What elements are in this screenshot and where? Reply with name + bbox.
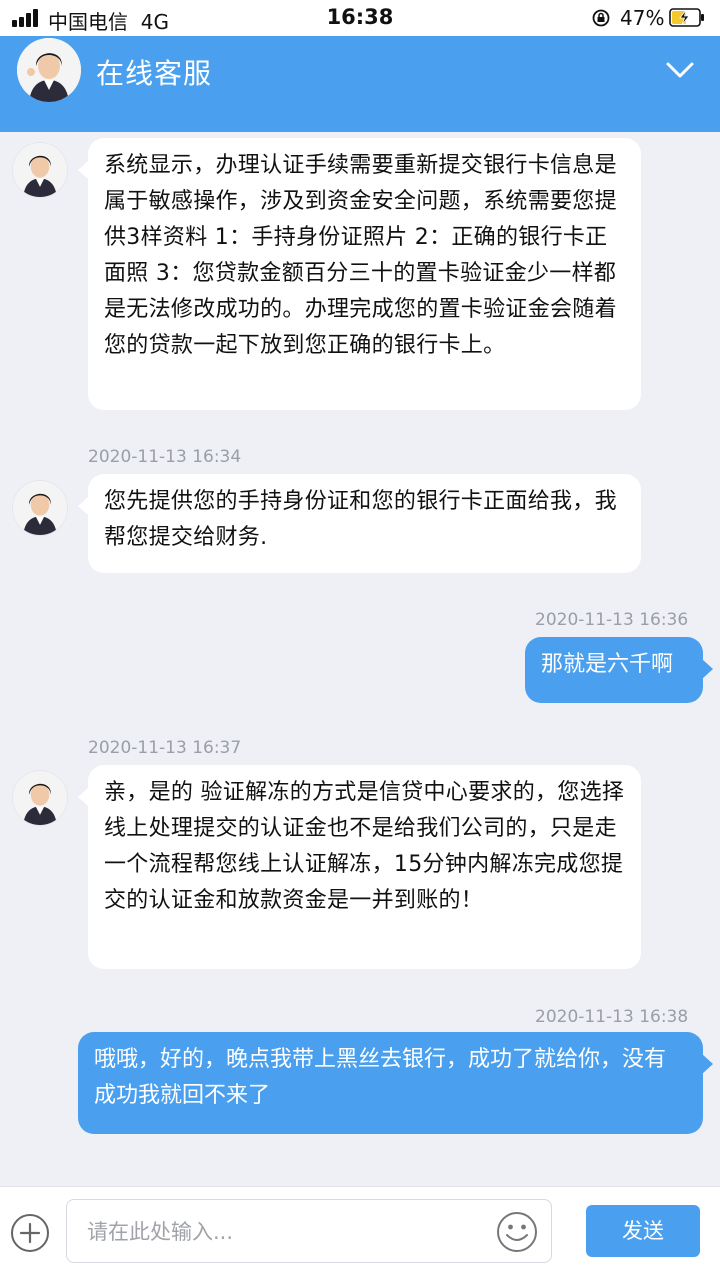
agent-avatar bbox=[13, 771, 67, 825]
agent-avatar bbox=[13, 143, 67, 197]
emoji-icon[interactable] bbox=[495, 1210, 539, 1254]
user-message: 哦哦，好的，晚点我带上黑丝去银行，成功了就给你，没有成功我就回不来了 bbox=[78, 1032, 713, 1134]
agent-message: 亲，是的 验证解冻的方式是信贷中心要求的，您选择线上处理提交的认证金也不是给我们… bbox=[78, 765, 641, 969]
status-bar: 中国电信 4G 16:38 47% bbox=[0, 0, 720, 36]
message-timestamp: 2020-11-13 16:37 bbox=[88, 738, 242, 758]
agent-message: 系统显示，办理认证手续需要重新提交银行卡信息是属于敏感操作，涉及到资金安全问题，… bbox=[78, 138, 641, 410]
battery-percent: 47% bbox=[620, 6, 665, 30]
chat-header: 在线客服 bbox=[0, 36, 720, 132]
message-input-box[interactable] bbox=[66, 1199, 552, 1263]
message-timestamp: 2020-11-13 16:38 bbox=[535, 1007, 689, 1027]
message-input[interactable] bbox=[85, 1214, 489, 1250]
page-title: 在线客服 bbox=[96, 57, 213, 90]
input-bar: 发送 bbox=[0, 1186, 720, 1281]
clock: 16:38 bbox=[326, 5, 394, 29]
message-timestamp: 2020-11-13 16:34 bbox=[88, 447, 242, 467]
chevron-down-icon[interactable] bbox=[664, 58, 696, 82]
battery-charging-icon bbox=[669, 8, 704, 27]
agent-avatar bbox=[13, 481, 67, 535]
message-timestamp: 2020-11-13 16:36 bbox=[535, 610, 689, 630]
agent-avatar bbox=[17, 38, 81, 102]
send-button[interactable]: 发送 bbox=[586, 1205, 700, 1257]
user-message: 那就是六千啊 bbox=[525, 637, 713, 703]
agent-message: 您先提供您的手持身份证和您的银行卡正面给我，我帮您提交给财务. bbox=[78, 474, 641, 573]
lock-rotation-icon bbox=[592, 9, 610, 27]
plus-icon[interactable] bbox=[10, 1213, 50, 1253]
